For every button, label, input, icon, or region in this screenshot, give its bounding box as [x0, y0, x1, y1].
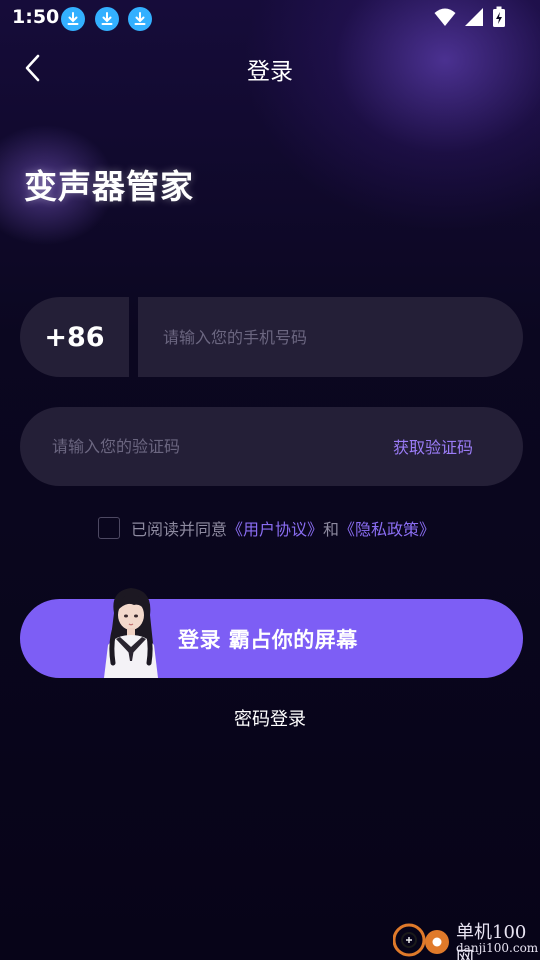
- status-bar: 1:50: [0, 0, 540, 36]
- agreement-prefix: 已阅读并同意: [131, 520, 228, 539]
- signal-icon: [464, 7, 484, 31]
- country-code-selector[interactable]: +86: [20, 297, 129, 377]
- privacy-policy-link[interactable]: 《隐私政策》: [339, 516, 435, 540]
- battery-charging-icon: [492, 6, 506, 32]
- agreement-row: 已阅读并同意 《用户协议》 和 《隐私政策》: [98, 516, 435, 540]
- download-icon: [95, 7, 119, 31]
- password-login-link[interactable]: 密码登录: [0, 705, 540, 731]
- user-agreement-link[interactable]: 《用户协议》: [227, 516, 323, 540]
- app-name-logo: 变声器管家: [24, 167, 194, 206]
- status-time: 1:50: [12, 6, 60, 28]
- get-code-button[interactable]: 获取验证码: [393, 434, 473, 458]
- status-icons: [434, 6, 506, 32]
- verification-code-row: 获取验证码: [20, 407, 523, 486]
- phone-input-row: +86: [20, 297, 523, 377]
- agreement-checkbox[interactable]: [98, 517, 120, 539]
- download-icon: [61, 7, 85, 31]
- wifi-icon: [434, 7, 456, 31]
- page-title: 登录: [247, 59, 293, 85]
- phone-number-input[interactable]: [138, 297, 523, 377]
- watermark-logo-icon: [392, 918, 451, 960]
- character-avatar: [96, 583, 166, 678]
- verification-code-input[interactable]: [20, 407, 370, 486]
- watermark-line2: danji100.com: [456, 941, 539, 955]
- agreement-and: 和: [323, 520, 340, 539]
- login-button-label: 登录 霸占你的屏幕: [178, 628, 358, 652]
- download-icon: [128, 7, 152, 31]
- login-screen: 1:50 登录 变声器管家 +86 请输入您的手机号码 请输入您的验证码 获取验…: [0, 0, 540, 960]
- watermark: 单机100网 danji100.com: [392, 916, 540, 960]
